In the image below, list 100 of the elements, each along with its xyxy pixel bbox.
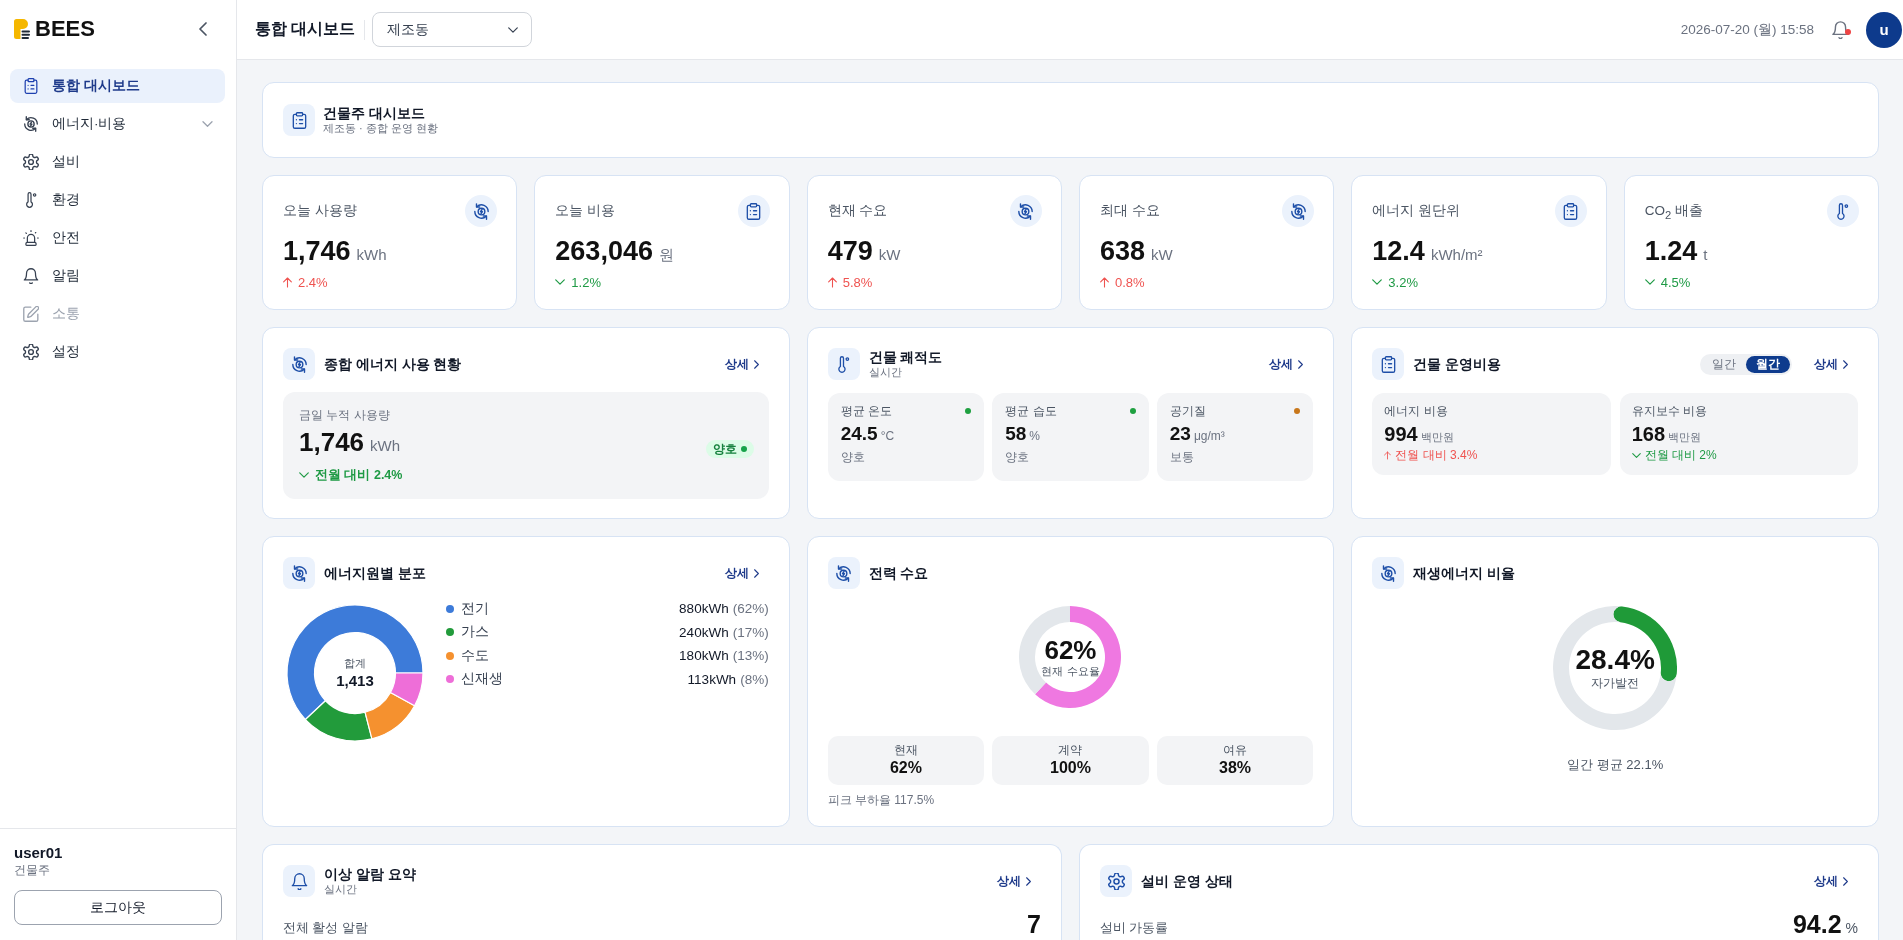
dashboard-title: 건물주 대시보드 xyxy=(323,105,426,122)
cost-value: 168 xyxy=(1631,422,1666,446)
gauge-caption: 자가발전 xyxy=(1591,675,1640,691)
metric-status: 양호 xyxy=(1005,449,1031,465)
kpi-value: 263,046 xyxy=(555,236,653,266)
kpi-value: 1,746 xyxy=(283,236,351,266)
nav-item[interactable]: 안전 xyxy=(10,221,225,255)
chevron-right-icon xyxy=(1298,359,1304,369)
bell-icon xyxy=(283,865,315,897)
change-text: 2.4% xyxy=(298,274,328,290)
change-text: 1.2% xyxy=(571,274,601,290)
detail-link[interactable]: 상세 xyxy=(1259,351,1314,377)
gear-icon xyxy=(1100,865,1132,897)
bolt-arrows-icon xyxy=(1282,195,1315,227)
kpi-label: 에너지 원단위 xyxy=(1372,202,1461,220)
user-avatar[interactable]: u xyxy=(1866,11,1902,48)
metric-status: 양호 xyxy=(840,449,866,465)
clipboard-icon xyxy=(1372,348,1405,380)
change-text: 3.2% xyxy=(1388,274,1418,290)
bolt-arrows-icon xyxy=(283,348,315,380)
nav-item[interactable]: 설정 xyxy=(10,335,225,369)
page-title: 통합 대시보드 xyxy=(255,19,356,39)
footnote-text: 피크 부하율 117.5% xyxy=(827,792,935,808)
card-title: 이상 알람 요약 xyxy=(324,866,416,883)
dashboard-subtitle: 제조동 · 종합 운영 현황 xyxy=(323,122,438,135)
kpi-value: 1.24 xyxy=(1644,236,1698,266)
detail-link[interactable]: 상세 xyxy=(714,351,769,377)
siren-icon xyxy=(23,230,39,246)
total-value: 1,413 xyxy=(336,671,374,690)
total-label: 합계 xyxy=(344,656,366,671)
change-text: 5.8% xyxy=(842,274,873,290)
nav-item[interactable]: 환경 xyxy=(10,183,225,217)
unit-label: 백만원 xyxy=(1668,430,1702,445)
detail-link[interactable]: 상세 xyxy=(1804,351,1858,377)
bolt-arrows-icon xyxy=(1372,557,1405,589)
card-title: 종합 에너지 사용 현황 xyxy=(324,355,462,373)
usage-label: 금일 누적 사용량 xyxy=(299,407,391,424)
kpi-value: 479 xyxy=(827,236,873,266)
kpi-value: 12.4 xyxy=(1372,236,1425,266)
status-dot xyxy=(740,446,747,452)
thermometer-icon xyxy=(1827,195,1859,227)
site-select[interactable]: 제조동 xyxy=(372,12,533,47)
metric-label: 공기질 xyxy=(1169,403,1206,419)
stat-label: 현재 xyxy=(893,742,918,758)
nav-item[interactable]: 알림 xyxy=(10,259,225,293)
gauge-caption: 현재 수요율 xyxy=(1041,664,1100,678)
chevron-right-icon xyxy=(1026,876,1031,886)
chevron-down-icon xyxy=(508,26,519,33)
legend-share: (13%) xyxy=(732,648,769,664)
card-title: 에너지원별 분포 xyxy=(324,564,426,582)
chevron-right-icon xyxy=(1843,359,1848,369)
stat-value: 100% xyxy=(1050,758,1091,778)
cost-label: 유지보수 비용 xyxy=(1631,403,1708,419)
nav-item[interactable]: 설비 xyxy=(10,145,225,179)
metric-label: 설비 가동률 xyxy=(1100,920,1169,937)
bell-icon[interactable] xyxy=(1832,20,1849,39)
change-text: 전월 대비 2.4% xyxy=(315,467,403,484)
metric-status: 보통 xyxy=(1169,449,1195,465)
legend-share: (17%) xyxy=(732,624,769,640)
bolt-arrows-icon xyxy=(465,195,498,227)
cost-label: 에너지 비용 xyxy=(1384,403,1449,419)
stat-label: 계약 xyxy=(1058,742,1083,758)
stat-value: 62% xyxy=(889,758,922,778)
legend-value: 113kWh xyxy=(687,671,737,687)
cost-value: 994 xyxy=(1384,422,1418,446)
unit-label: kWh xyxy=(370,437,401,454)
metric-label: 평균 온도 xyxy=(840,403,892,419)
detail-link[interactable]: 상세 xyxy=(1804,868,1858,894)
metric-value: 23 xyxy=(1169,422,1191,446)
nav-item[interactable]: 통합 대시보드 xyxy=(10,69,225,103)
bolt-arrows-icon xyxy=(1010,195,1042,227)
thermometer-icon xyxy=(827,348,860,380)
gear-icon xyxy=(23,154,39,170)
chevron-right-icon xyxy=(753,359,759,369)
unit-label: 원 xyxy=(658,246,674,265)
logo-icon xyxy=(14,19,30,39)
collapse-icon[interactable] xyxy=(199,22,207,36)
detail-link[interactable]: 상세 xyxy=(987,868,1041,894)
detail-link[interactable]: 상세 xyxy=(714,560,769,586)
card-title: 건물 운영비용 xyxy=(1413,355,1502,373)
metric-value: 24.5 xyxy=(840,422,878,446)
unit-label: % xyxy=(1029,429,1040,443)
legend-label: 전기 xyxy=(461,599,489,618)
metric-value: 58 xyxy=(1005,422,1027,446)
card-title: 재생에너지 비율 xyxy=(1413,564,1516,582)
footnote-text: 일간 평균 22.1% xyxy=(1567,756,1664,774)
legend-share: (62%) xyxy=(732,601,769,617)
bolt-arrows-icon xyxy=(23,116,39,132)
stat-label: 여유 xyxy=(1223,742,1248,758)
kpi-value: 638 xyxy=(1100,236,1146,266)
logout-button[interactable]: 로그아웃 xyxy=(14,890,222,925)
gauge-value: 28.4% xyxy=(1575,645,1655,675)
period-tab[interactable]: 일간 xyxy=(1702,355,1746,373)
card-title: 건물 쾌적도 xyxy=(868,349,943,366)
gauge-value: 62% xyxy=(1044,636,1097,664)
kpi-label: 현재 수요 xyxy=(827,202,888,220)
kpi-label: 오늘 비용 xyxy=(555,202,616,220)
clipboard-icon xyxy=(283,104,315,136)
period-tab[interactable]: 월간 xyxy=(1746,355,1790,373)
nav-item[interactable]: 에너지·비용 xyxy=(10,107,225,141)
